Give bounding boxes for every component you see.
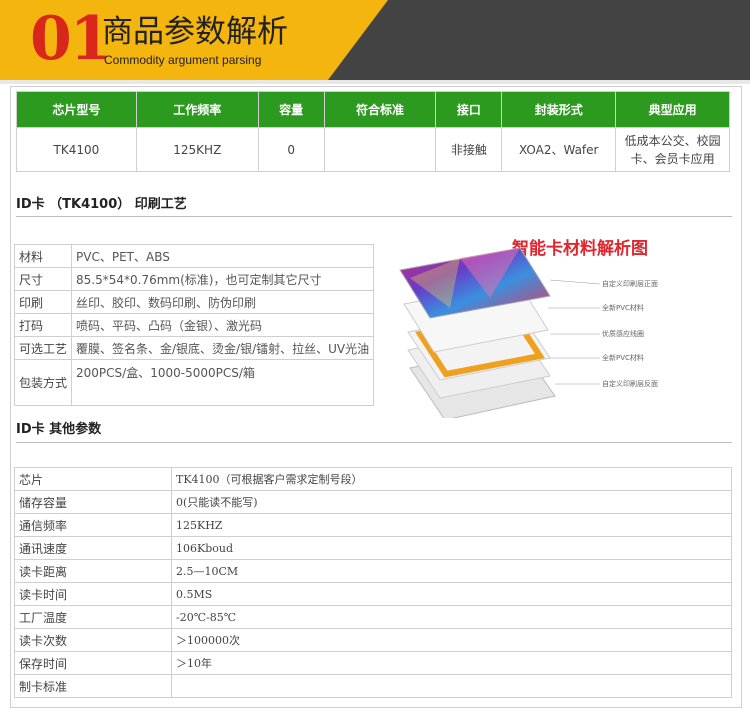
- spec-header-cell: 芯片型号: [16, 91, 137, 128]
- param-value: 106Kboud: [171, 536, 732, 560]
- section-number: 01: [30, 4, 111, 74]
- layer-label: 优质感应线圈: [602, 330, 644, 338]
- table-row: 读卡距离 2.5—10CM: [14, 559, 732, 583]
- params-table: 芯片 TK4100（可根据客户需求定制号段） 储存容量 0(只能读不能写) 通信频率…: [14, 467, 732, 698]
- craft-value: 200PCS/盒、1000-5000PCS/箱: [71, 359, 375, 406]
- spec-cell: 非接触: [435, 127, 503, 172]
- param-value: TK4100（可根据客户需求定制号段）: [171, 467, 732, 491]
- table-row: 保存时间 ＞10年: [14, 651, 732, 675]
- param-value: 2.5—10CM: [171, 559, 732, 583]
- param-key: 通讯速度: [14, 536, 172, 560]
- table-row: 材料 PVC、PET、ABS: [13, 244, 375, 268]
- page-title: 商品参数解析: [102, 14, 288, 50]
- craft-key: 打码: [13, 313, 73, 337]
- craft-section-divider: [16, 216, 732, 217]
- table-row: 制卡标准: [14, 674, 732, 698]
- table-row: 通讯速度 106Kboud: [14, 536, 732, 560]
- craft-key: 可选工艺: [13, 336, 73, 360]
- page-subtitle: Commodity argument parsing: [104, 53, 262, 67]
- craft-key: 包装方式: [13, 359, 73, 406]
- table-row: 印刷 丝印、胶印、数码印刷、防伪印刷: [13, 290, 375, 314]
- param-value: ＞10年: [171, 651, 732, 675]
- spec-data-row: TK4100 125KHZ 0 非接触 XOA2、Wafer 低成本公交、校园卡…: [16, 127, 730, 172]
- param-value: 0(只能读不能写): [171, 490, 732, 514]
- params-section-divider: [16, 442, 732, 443]
- spec-cell: 0: [257, 127, 325, 172]
- craft-value: 喷码、平码、凸码（金银）、激光码: [71, 313, 375, 337]
- param-value: 0.5MS: [171, 582, 732, 606]
- table-row: 读卡时间 0.5MS: [14, 582, 732, 606]
- table-row: 芯片 TK4100（可根据客户需求定制号段）: [14, 467, 732, 491]
- craft-table: 材料 PVC、PET、ABS 尺寸 85.5*54*0.76mm(标准)，也可定制其…: [13, 244, 375, 406]
- craft-value: 丝印、胶印、数码印刷、防伪印刷: [71, 290, 375, 314]
- param-key: 读卡距离: [14, 559, 172, 583]
- params-section-title: ID卡 其他参数: [16, 422, 102, 437]
- param-key: 保存时间: [14, 651, 172, 675]
- table-row: 打码 喷码、平码、凸码（金银）、激光码: [13, 313, 375, 337]
- layer-label: 自定义印刷层正面: [602, 280, 658, 288]
- spec-header-cell: 接口: [435, 91, 503, 128]
- param-value: 125KHZ: [171, 513, 732, 537]
- spec-header-cell: 工作频率: [135, 91, 259, 128]
- header-divider: [0, 80, 750, 84]
- spec-header-cell: 典型应用: [615, 91, 730, 128]
- craft-key: 材料: [13, 244, 73, 268]
- spec-cell: TK4100: [16, 127, 137, 172]
- param-key: 读卡时间: [14, 582, 172, 606]
- craft-value: 覆膜、签名条、金/银底、烫金/银/镭射、拉丝、UV光油: [71, 336, 375, 360]
- spec-cell: [323, 127, 437, 172]
- spec-header-cell: 符合标准: [323, 91, 437, 128]
- param-key: 储存容量: [14, 490, 172, 514]
- craft-section-title: ID卡 （TK4100） 印刷工艺: [16, 197, 187, 212]
- table-row: 可选工艺 覆膜、签名条、金/银底、烫金/银/镭射、拉丝、UV光油: [13, 336, 375, 360]
- param-value: [171, 674, 732, 698]
- layer-label: 自定义印刷层反面: [602, 380, 658, 388]
- param-value: ＞100000次: [171, 628, 732, 652]
- param-key: 芯片: [14, 467, 172, 491]
- table-row: 读卡次数 ＞100000次: [14, 628, 732, 652]
- spec-header-cell: 封装形式: [501, 91, 617, 128]
- spec-header-cell: 容量: [257, 91, 325, 128]
- spec-header-row: 芯片型号 工作频率 容量 符合标准 接口 封装形式 典型应用: [16, 91, 730, 128]
- table-row: 储存容量 0(只能读不能写): [14, 490, 732, 514]
- leader-line: [549, 279, 601, 285]
- card-layers-illustration: 智能卡材料解析图 自定义印刷层正面 全新PVC材料 优质感应线圈 全新PVC材料…: [390, 228, 730, 418]
- table-row: 包装方式 200PCS/盒、1000-5000PCS/箱: [13, 359, 375, 406]
- layer-label: 全新PVC材料: [602, 304, 644, 312]
- param-key: 制卡标准: [14, 674, 172, 698]
- table-row: 通信频率 125KHZ: [14, 513, 732, 537]
- table-row: 尺寸 85.5*54*0.76mm(标准)，也可定制其它尺寸: [13, 267, 375, 291]
- param-value: -20℃-85℃: [171, 605, 732, 629]
- spec-cell: XOA2、Wafer: [501, 127, 617, 172]
- craft-key: 印刷: [13, 290, 73, 314]
- layer-label: 全新PVC材料: [602, 354, 644, 362]
- craft-value: PVC、PET、ABS: [71, 244, 375, 268]
- spec-cell: 低成本公交、校园卡、会员卡应用: [615, 127, 730, 172]
- param-key: 工厂温度: [14, 605, 172, 629]
- spec-cell: 125KHZ: [135, 127, 259, 172]
- card-layers-graphic: [399, 247, 601, 418]
- table-row: 工厂温度 -20℃-85℃: [14, 605, 732, 629]
- craft-key: 尺寸: [13, 267, 73, 291]
- param-key: 通信频率: [14, 513, 172, 537]
- param-key: 读卡次数: [14, 628, 172, 652]
- spec-table: 芯片型号 工作频率 容量 符合标准 接口 封装形式 典型应用 TK4100 12…: [16, 91, 730, 172]
- craft-value: 85.5*54*0.76mm(标准)，也可定制其它尺寸: [71, 267, 375, 291]
